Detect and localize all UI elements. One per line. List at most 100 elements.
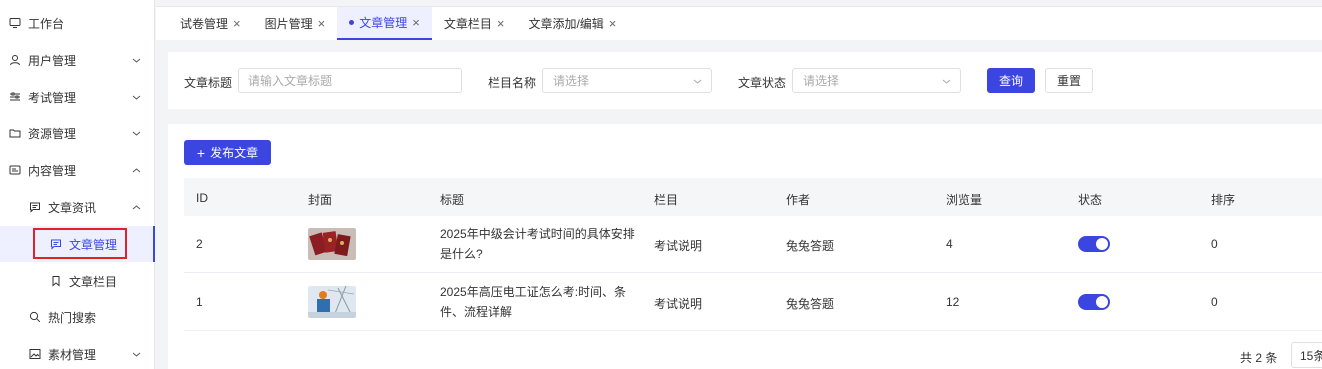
cell-title[interactable]: 2025年中级会计考试时间的具体安排是什么? [440, 224, 635, 264]
article-table-panel: + 发布文章 ID 封面 标题 栏目 作者 浏览量 状态 排序 2 2025年中… [168, 124, 1322, 369]
chevron-down-icon [942, 79, 951, 84]
tab-label: 图片管理 [264, 17, 313, 31]
sliders-icon [9, 91, 21, 103]
chevron-up-icon [132, 205, 141, 210]
page-size-select[interactable]: 15条 [1291, 342, 1322, 368]
column-select[interactable]: 请选择 [542, 68, 712, 93]
close-icon[interactable]: × [233, 16, 241, 31]
close-icon[interactable]: × [412, 15, 420, 30]
cell-author: 兔兔答题 [786, 239, 835, 253]
status-select-placeholder: 请选择 [803, 74, 840, 88]
cell-views: 12 [946, 295, 960, 309]
status-select[interactable]: 请选择 [792, 68, 961, 93]
cell-views: 4 [946, 237, 953, 251]
close-icon[interactable]: × [318, 16, 326, 31]
close-icon[interactable]: × [609, 16, 617, 31]
sidebar-item-label: 文章栏目 [69, 274, 118, 289]
chevron-down-icon [132, 58, 141, 63]
search-icon [29, 311, 41, 323]
cell-sort: 0 [1211, 295, 1218, 309]
cell-column: 考试说明 [654, 297, 703, 311]
column-header-author: 作者 [786, 193, 811, 207]
title-filter-label: 文章标题 [184, 76, 233, 90]
column-header-cover: 封面 [308, 193, 333, 207]
plus-icon: + [196, 144, 206, 161]
sidebar-item-users[interactable]: 用户管理 [0, 42, 154, 78]
tab-label: 文章栏目 [443, 17, 492, 31]
app: 工作台 用户管理 考试管理 资源管理 内容管理 文章资讯 文章管理 文章栏目 热… [0, 0, 1322, 369]
column-header-status: 状态 [1078, 193, 1103, 207]
cell-id: 1 [196, 295, 203, 309]
toggle-knob [1096, 238, 1108, 250]
publish-article-label: 发布文章 [210, 146, 259, 160]
column-header-sort: 排序 [1211, 193, 1236, 207]
sidebar-item-label: 素材管理 [48, 347, 97, 362]
chevron-down-icon [132, 95, 141, 100]
reset-button[interactable]: 重置 [1045, 68, 1093, 93]
cover-thumbnail[interactable] [308, 286, 356, 318]
sidebar-item-label: 内容管理 [28, 163, 77, 178]
column-select-placeholder: 请选择 [553, 74, 590, 88]
tab-label: 文章添加/编辑 [528, 17, 604, 31]
sidebar-item-label: 文章资讯 [48, 200, 97, 215]
publish-article-button[interactable]: + 发布文章 [184, 140, 271, 165]
title-search-input[interactable] [238, 68, 462, 93]
sidebar-item-materials[interactable]: 素材管理 [0, 336, 154, 369]
cell-title[interactable]: 2025年高压电工证怎么考:时间、条件、流程详解 [440, 282, 635, 322]
sidebar-item-hot-search[interactable]: 热门搜索 [0, 299, 154, 335]
sidebar: 工作台 用户管理 考试管理 资源管理 内容管理 文章资讯 文章管理 文章栏目 热… [0, 0, 155, 369]
cell-author: 兔兔答题 [786, 297, 835, 311]
table-row[interactable]: 1 2025年高压电工证怎么考:时间、条件、流程详解 考试说明 兔兔答题 12 … [184, 274, 1322, 331]
column-header-views: 浏览量 [946, 193, 983, 207]
sidebar-item-label: 热门搜索 [48, 310, 97, 325]
sidebar-item-label: 资源管理 [28, 126, 77, 141]
tab-exam-papers[interactable]: 试卷管理 × [168, 7, 253, 40]
chevron-down-icon [132, 131, 141, 136]
pagination-total: 共 2 条 [1240, 351, 1278, 365]
sidebar-item-article-columns[interactable]: 文章栏目 [0, 263, 154, 299]
tab-article-edit[interactable]: 文章添加/编辑 × [516, 7, 628, 40]
sidebar-item-workbench[interactable]: 工作台 [0, 5, 154, 41]
message-icon [50, 238, 62, 250]
cover-thumbnail[interactable] [308, 228, 356, 260]
tab-label: 文章管理 [359, 16, 408, 30]
sidebar-item-label: 文章管理 [69, 237, 118, 252]
filter-panel: 文章标题 栏目名称 请选择 文章状态 请选择 查询 重置 [168, 52, 1322, 109]
card-icon [9, 164, 21, 176]
query-button[interactable]: 查询 [987, 68, 1035, 93]
user-icon [9, 54, 21, 66]
active-dot-icon [349, 20, 355, 25]
cell-column: 考试说明 [654, 239, 703, 253]
monitor-icon [9, 17, 21, 29]
close-icon[interactable]: × [497, 16, 505, 31]
cell-sort: 0 [1211, 237, 1218, 251]
status-toggle[interactable] [1078, 294, 1110, 310]
tab-bar: 试卷管理 × 图片管理 × 文章管理 × 文章栏目 × 文章添加/编辑 × [156, 6, 1322, 40]
column-header-column: 栏目 [654, 193, 679, 207]
sidebar-item-label: 工作台 [28, 16, 65, 31]
tab-article-columns[interactable]: 文章栏目 × [432, 7, 517, 40]
column-header-title: 标题 [440, 193, 465, 207]
message-icon [29, 201, 41, 213]
page-size-value: 15条 [1300, 348, 1322, 363]
bookmark-icon [50, 275, 62, 287]
folder-icon [9, 127, 21, 139]
column-header-id: ID [196, 191, 208, 205]
chevron-down-icon [132, 352, 141, 357]
tab-label: 试卷管理 [180, 17, 229, 31]
chevron-up-icon [132, 168, 141, 173]
status-toggle[interactable] [1078, 236, 1110, 252]
sidebar-item-article-manage[interactable]: 文章管理 [0, 226, 155, 262]
sidebar-item-label: 考试管理 [28, 90, 77, 105]
sidebar-item-content[interactable]: 内容管理 [0, 152, 154, 188]
status-filter-label: 文章状态 [738, 76, 787, 90]
sidebar-item-exams[interactable]: 考试管理 [0, 79, 154, 115]
tab-article-manage[interactable]: 文章管理 × [337, 7, 432, 40]
table-row[interactable]: 2 2025年中级会计考试时间的具体安排是什么? 考试说明 兔兔答题 4 0 [184, 216, 1322, 273]
tab-images[interactable]: 图片管理 × [253, 7, 338, 40]
table-header: ID 封面 标题 栏目 作者 浏览量 状态 排序 [184, 178, 1322, 216]
chevron-down-icon [693, 79, 702, 84]
sidebar-item-resources[interactable]: 资源管理 [0, 115, 154, 151]
sidebar-item-articles-info[interactable]: 文章资讯 [0, 189, 154, 225]
toggle-knob [1096, 296, 1108, 308]
